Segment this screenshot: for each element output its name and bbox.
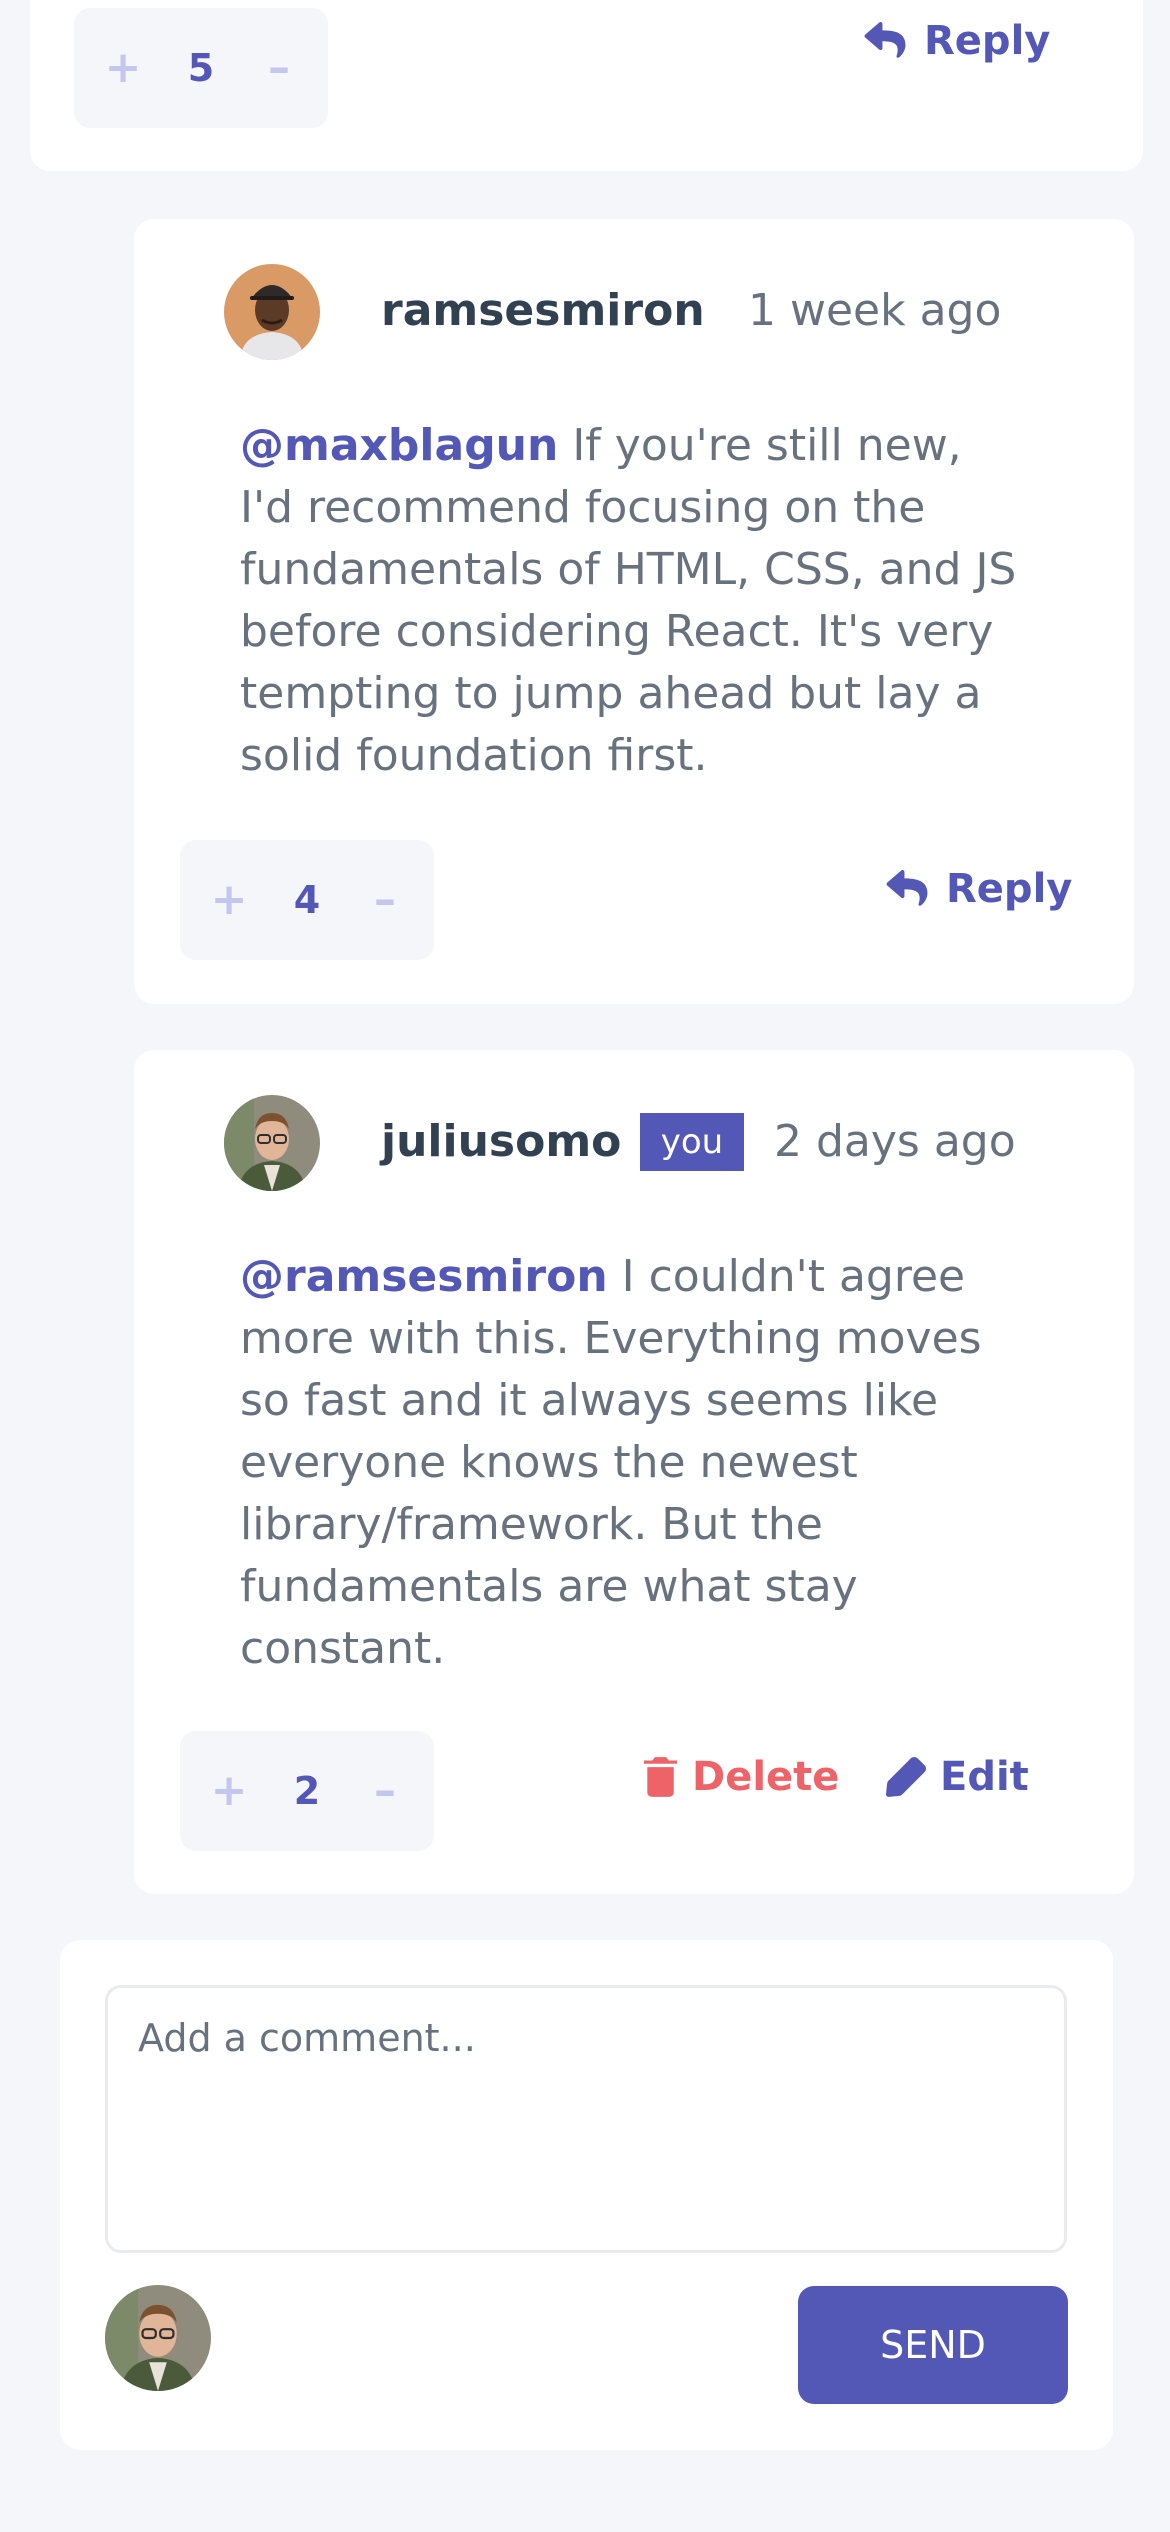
reply-icon [864, 22, 906, 58]
timestamp: 1 week ago [748, 285, 1002, 336]
avatar [224, 1095, 320, 1191]
trash-icon [644, 1757, 678, 1797]
comment-body: @maxblagun If you're still new, I'd reco… [240, 415, 1020, 787]
plus-icon[interactable]: + [100, 46, 146, 90]
reply-label: Reply [924, 18, 1051, 64]
vote-widget: + 4 – [180, 840, 434, 960]
vote-widget: + 5 – [74, 8, 328, 128]
vote-widget: + 2 – [180, 1731, 434, 1851]
delete-label: Delete [692, 1754, 840, 1800]
comment-text: I couldn't agree more with this. Everyth… [240, 1251, 982, 1674]
timestamp: 2 days ago [774, 1116, 1016, 1167]
avatar [224, 264, 320, 360]
delete-button[interactable]: Delete [644, 1754, 839, 1800]
mention-link[interactable]: @ramsesmiron [240, 1251, 608, 1302]
score: 5 [187, 46, 215, 90]
minus-icon[interactable]: – [362, 1769, 408, 1813]
composer-card: Add a comment... SEND [60, 1940, 1113, 2450]
plus-icon[interactable]: + [206, 878, 252, 922]
reply-label: Reply [946, 866, 1073, 912]
mention-link[interactable]: @maxblagun [240, 420, 558, 471]
you-badge: you [640, 1113, 744, 1171]
send-button[interactable]: SEND [798, 2286, 1068, 2404]
avatar [105, 2285, 211, 2391]
username[interactable]: ramsesmiron [381, 285, 705, 336]
reply-icon [886, 870, 928, 906]
edit-button[interactable]: Edit [886, 1754, 1029, 1800]
score: 2 [293, 1769, 321, 1813]
reply-button[interactable]: Reply [886, 866, 1072, 912]
comment-text: If you're still new, I'd recommend focus… [240, 420, 1017, 781]
plus-icon[interactable]: + [206, 1769, 252, 1813]
minus-icon[interactable]: – [362, 878, 408, 922]
edit-label: Edit [940, 1754, 1029, 1800]
comment-input[interactable]: Add a comment... [105, 1985, 1067, 2253]
reply-card-own: juliusomo you 2 days ago @ramsesmiron I … [134, 1050, 1134, 1894]
comment-card-top: + 5 – Reply [30, 0, 1143, 171]
pencil-icon [886, 1757, 926, 1797]
reply-card: ramsesmiron 1 week ago @maxblagun If you… [134, 219, 1134, 1004]
comment-body: @ramsesmiron I couldn't agree more with … [240, 1246, 1020, 1680]
score: 4 [293, 878, 321, 922]
minus-icon[interactable]: – [256, 46, 302, 90]
reply-button[interactable]: Reply [864, 18, 1050, 64]
username[interactable]: juliusomo [381, 1116, 621, 1167]
